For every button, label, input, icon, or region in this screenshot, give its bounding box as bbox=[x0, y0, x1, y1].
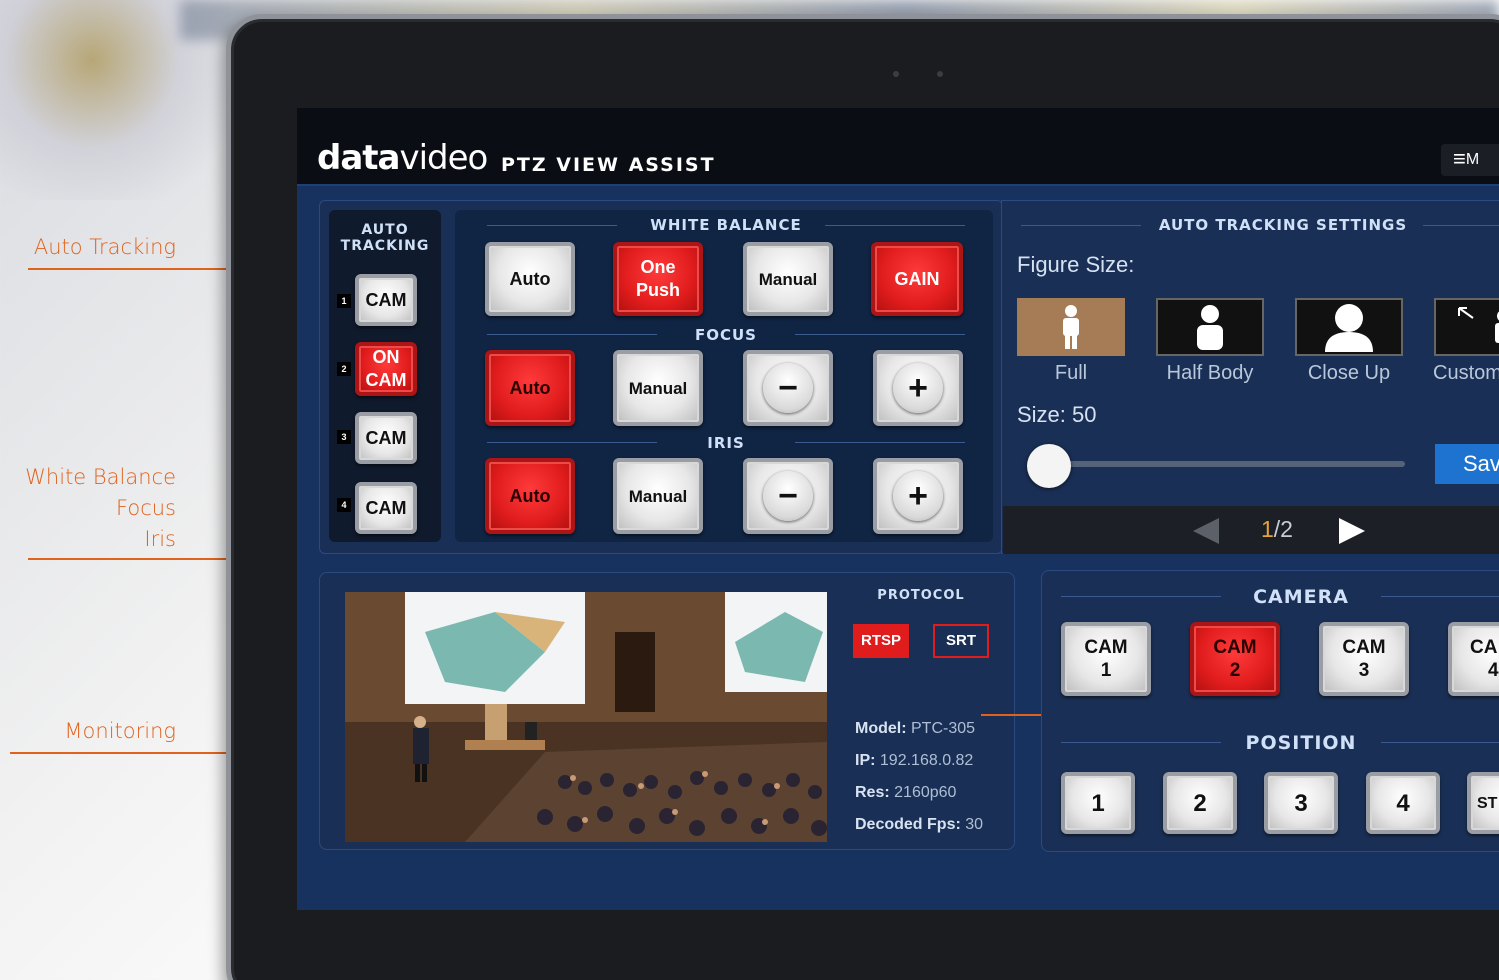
position-4-button[interactable]: 4 bbox=[1366, 772, 1440, 834]
brand-logo: datavideo bbox=[317, 138, 488, 178]
close-up-icon bbox=[1325, 304, 1373, 352]
hamburger-icon: ≡ bbox=[1453, 146, 1466, 171]
wb-manual-button[interactable]: Manual bbox=[743, 242, 833, 316]
white-balance-title: WHITE BALANCE bbox=[650, 216, 802, 234]
figure-full-label: Full bbox=[1054, 362, 1088, 384]
app-screen: datavideo PTZ VIEW ASSIST ≡M AUTO TRACKI… bbox=[297, 108, 1499, 910]
figure-close-up-option[interactable] bbox=[1295, 298, 1403, 356]
position-title: POSITION bbox=[1245, 732, 1357, 754]
annotation-monitoring: Monitoring bbox=[64, 719, 176, 743]
size-slider-track[interactable] bbox=[1035, 461, 1405, 467]
auto-tracking-cam-1-button[interactable]: CAM bbox=[355, 274, 417, 326]
iris-auto-button[interactable]: Auto bbox=[485, 458, 575, 534]
figure-close-up-label: Close Up bbox=[1307, 362, 1391, 384]
auto-tracking-cam-3-button[interactable]: CAM bbox=[355, 412, 417, 464]
pager-bar bbox=[1003, 506, 1499, 554]
camera-title: CAMERA bbox=[1253, 586, 1349, 608]
annotation-auto-tracking: Auto Tracking bbox=[33, 235, 176, 259]
figure-half-body-label: Half Body bbox=[1166, 362, 1254, 384]
plus-icon: + bbox=[893, 363, 943, 413]
iris-minus-button[interactable]: − bbox=[743, 458, 833, 534]
menu-button[interactable]: ≡M bbox=[1441, 144, 1499, 176]
plus-icon: + bbox=[893, 471, 943, 521]
srt-button[interactable]: SRT bbox=[933, 624, 989, 658]
video-preview bbox=[345, 592, 827, 842]
wb-gain-button[interactable]: GAIN bbox=[871, 242, 963, 316]
annotation-white-balance: White Balance bbox=[25, 465, 176, 489]
iris-plus-button[interactable]: + bbox=[873, 458, 963, 534]
app-title: PTZ VIEW ASSIST bbox=[501, 154, 716, 176]
position-store-button[interactable]: ST bbox=[1467, 772, 1499, 834]
cam-number-4: 4 bbox=[337, 498, 351, 512]
figure-size-label: Figure Size: bbox=[1017, 252, 1135, 277]
focus-manual-button[interactable]: Manual bbox=[613, 350, 703, 426]
wb-one-push-button[interactable]: One Push bbox=[613, 242, 703, 316]
cam-number-2: 2 bbox=[337, 362, 351, 376]
tracking-settings-title: AUTO TRACKING SETTINGS bbox=[1158, 216, 1408, 234]
cam-number-1: 1 bbox=[337, 294, 351, 308]
custom-figure-icon bbox=[1458, 307, 1499, 343]
prev-page-icon[interactable] bbox=[1193, 518, 1219, 544]
auto-tracking-title-2: TRACKING bbox=[340, 238, 430, 254]
rtsp-button[interactable]: RTSP bbox=[853, 624, 909, 658]
page-indicator: 1/2 bbox=[1261, 516, 1293, 542]
fps-info: Decoded Fps: 30 bbox=[855, 816, 984, 833]
position-3-button[interactable]: 3 bbox=[1264, 772, 1338, 834]
iris-title: IRIS bbox=[707, 434, 745, 452]
auto-tracking-cam-2-button[interactable]: ON CAM bbox=[355, 342, 417, 396]
iris-manual-button[interactable]: Manual bbox=[613, 458, 703, 534]
lecture-hall-image bbox=[345, 592, 827, 842]
annotation-iris: Iris bbox=[144, 527, 176, 551]
annotation-focus: Focus bbox=[116, 496, 176, 520]
size-slider-thumb[interactable] bbox=[1027, 444, 1071, 488]
focus-title: FOCUS bbox=[695, 326, 757, 344]
half-body-icon bbox=[1197, 305, 1223, 350]
camera-lens bbox=[893, 71, 899, 77]
top-bar: datavideo PTZ VIEW ASSIST ≡M bbox=[297, 108, 1499, 186]
camera-2-button[interactable]: CAM 2 bbox=[1190, 622, 1280, 696]
full-figure-icon bbox=[1063, 305, 1079, 349]
wb-auto-button[interactable]: Auto bbox=[485, 242, 575, 316]
res-info: Res: 2160p60 bbox=[855, 784, 957, 801]
figure-custom-label: Custom bbox=[1433, 362, 1499, 384]
save-button[interactable]: Sav bbox=[1435, 444, 1499, 484]
focus-minus-button[interactable]: − bbox=[743, 350, 833, 426]
size-label: Size: 50 bbox=[1017, 402, 1097, 427]
figure-full-option[interactable] bbox=[1017, 298, 1125, 356]
figure-half-body-option[interactable] bbox=[1156, 298, 1264, 356]
camera-1-button[interactable]: CAM 1 bbox=[1061, 622, 1151, 696]
model-info: Model: PTC-305 bbox=[855, 720, 976, 737]
next-page-icon[interactable] bbox=[1339, 518, 1365, 544]
focus-auto-button[interactable]: Auto bbox=[485, 350, 575, 426]
camera-sensor bbox=[937, 71, 943, 77]
minus-icon: − bbox=[763, 471, 813, 521]
camera-4-button[interactable]: CA 4 bbox=[1448, 622, 1499, 696]
focus-plus-button[interactable]: + bbox=[873, 350, 963, 426]
auto-tracking-title-1: AUTO bbox=[361, 222, 409, 238]
cam-number-3: 3 bbox=[337, 430, 351, 444]
figure-custom-option[interactable] bbox=[1434, 298, 1499, 356]
protocol-title: PROTOCOL bbox=[877, 588, 965, 603]
ip-info: IP: 192.168.0.82 bbox=[855, 752, 974, 769]
camera-3-button[interactable]: CAM 3 bbox=[1319, 622, 1409, 696]
position-1-button[interactable]: 1 bbox=[1061, 772, 1135, 834]
minus-icon: − bbox=[763, 363, 813, 413]
position-2-button[interactable]: 2 bbox=[1163, 772, 1237, 834]
auto-tracking-cam-4-button[interactable]: CAM bbox=[355, 482, 417, 534]
